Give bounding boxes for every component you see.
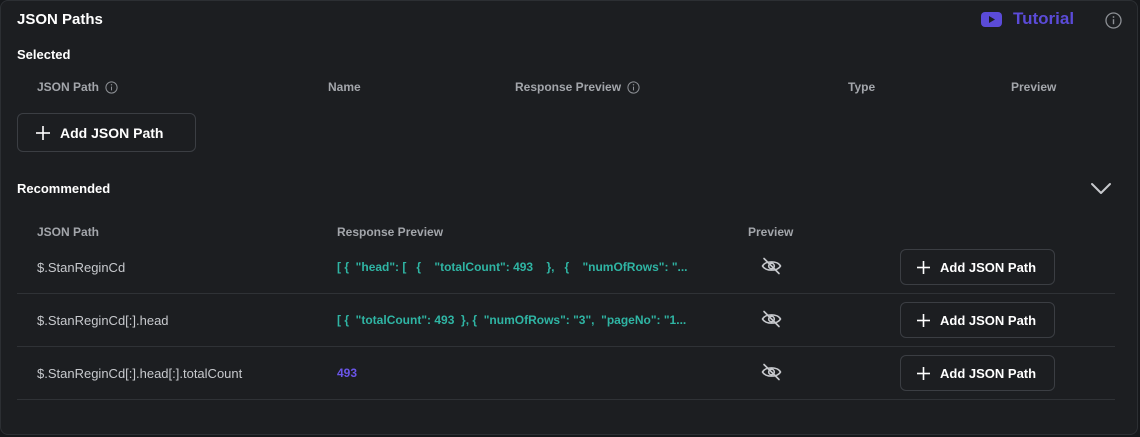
info-icon[interactable] [105,80,118,94]
info-icon[interactable] [1105,12,1122,29]
recommended-col-json-path: JSON Path [37,225,100,239]
json-paths-panel: JSON Paths Tutorial Selected JSON Path N… [0,0,1138,435]
add-json-path-label: Add JSON Path [60,124,164,141]
info-icon[interactable] [627,80,640,94]
plus-icon [917,313,930,327]
eye-off-icon[interactable] [761,257,782,275]
add-json-path-button[interactable]: Add JSON Path [17,113,196,152]
recommended-col-preview: Preview [748,225,794,239]
add-json-path-label: Add JSON Path [940,312,1037,328]
row-json-path: $.StanReginCd[:].head [37,313,169,328]
tutorial-label: Tutorial [1013,9,1075,28]
plus-icon [917,366,930,380]
recommended-col-response-preview: Response Preview [337,225,444,239]
selected-col-response-preview: Response Preview [515,80,640,94]
row-response-preview: 493 [337,366,358,380]
row-divider [17,346,1115,347]
plus-icon [36,125,50,140]
row-json-path: $.StanReginCd [37,260,126,275]
col-json-path-label: JSON Path [37,80,100,94]
eye-off-icon[interactable] [761,310,782,328]
youtube-icon [981,11,1002,27]
chevron-down-icon[interactable] [1090,182,1112,196]
add-json-path-label: Add JSON Path [940,365,1037,381]
recommended-section-label: Recommended [17,181,111,196]
selected-col-name: Name [328,80,361,94]
add-json-path-button[interactable]: Add JSON Path [900,355,1055,391]
row-response-preview: [ { "head": [ { "totalCount": 493 }, { "… [337,260,688,274]
selected-col-preview: Preview [1011,80,1057,94]
add-json-path-button[interactable]: Add JSON Path [900,249,1055,285]
row-json-path: $.StanReginCd[:].head[:].totalCount [37,366,243,381]
selected-section-label: Selected [17,47,71,62]
add-json-path-button[interactable]: Add JSON Path [900,302,1055,338]
tutorial-link[interactable]: Tutorial [981,9,1074,29]
col-response-preview-label: Response Preview [515,80,622,94]
page-title: JSON Paths [17,11,103,28]
plus-icon [917,260,930,274]
eye-off-icon[interactable] [761,363,782,381]
add-json-path-label: Add JSON Path [940,259,1037,275]
selected-col-json-path: JSON Path [37,80,118,94]
row-divider [17,399,1115,400]
row-divider [17,293,1115,294]
row-response-preview: [ { "totalCount": 493 }, { "numOfRows": … [337,313,687,327]
selected-col-type: Type [848,80,876,94]
